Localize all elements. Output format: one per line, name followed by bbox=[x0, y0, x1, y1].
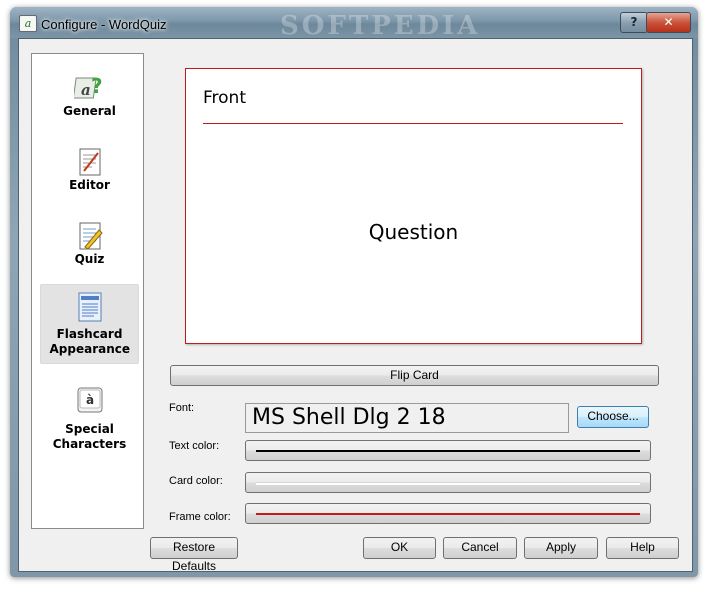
quiz-icon bbox=[79, 222, 103, 250]
sidebar-item-label: Quiz bbox=[74, 252, 105, 266]
watermark: SOFTPEDIA bbox=[280, 11, 481, 41]
svg-text:à: à bbox=[86, 393, 94, 407]
card-color-label: Card color: bbox=[169, 475, 223, 487]
sidebar-item-label: Flashcard Appearance bbox=[49, 327, 131, 356]
general-icon: a ? bbox=[73, 74, 103, 99]
flashcard-preview: Front Question bbox=[185, 68, 642, 344]
svg-text:a: a bbox=[81, 81, 91, 99]
sidebar-item-general[interactable]: a ? General bbox=[40, 72, 139, 128]
font-preview-field: MS Shell Dlg 2 18 bbox=[245, 403, 569, 433]
special-characters-icon: à bbox=[77, 387, 102, 413]
configure-dialog: a Configure - WordQuiz SOFTPEDIA ? ✕ a ?… bbox=[10, 7, 698, 577]
app-icon: a bbox=[19, 15, 37, 32]
apply-button[interactable]: Apply bbox=[524, 537, 598, 559]
settings-sidebar: a ? General Editor Quiz Flashcard Appear… bbox=[31, 53, 144, 529]
sidebar-item-special-characters[interactable]: à Special Characters bbox=[40, 384, 139, 452]
card-divider bbox=[203, 123, 623, 124]
flashcard-icon bbox=[78, 292, 101, 322]
editor-icon bbox=[79, 148, 100, 176]
text-color-label: Text color: bbox=[169, 440, 220, 452]
help-button[interactable]: Help bbox=[606, 537, 679, 559]
card-side-label: Front bbox=[203, 88, 246, 108]
close-button[interactable]: ✕ bbox=[646, 12, 691, 33]
sidebar-item-editor[interactable]: Editor bbox=[40, 146, 139, 200]
frame-color-button[interactable] bbox=[245, 503, 651, 524]
card-color-swatch bbox=[256, 482, 640, 485]
sidebar-item-label: General bbox=[63, 104, 116, 118]
window-title: Configure - WordQuiz bbox=[41, 17, 167, 32]
sidebar-item-label: Editor bbox=[69, 178, 110, 192]
card-color-button[interactable] bbox=[245, 472, 651, 493]
sidebar-item-flashcard-appearance[interactable]: Flashcard Appearance bbox=[40, 284, 139, 364]
sidebar-item-quiz[interactable]: Quiz bbox=[40, 220, 139, 274]
svg-text:?: ? bbox=[91, 74, 103, 98]
flip-card-button[interactable]: Flip Card bbox=[170, 365, 659, 386]
text-color-swatch bbox=[256, 450, 640, 452]
ok-button[interactable]: OK bbox=[363, 537, 436, 559]
sidebar-item-label: Special Characters bbox=[52, 422, 127, 451]
choose-font-button[interactable]: Choose... bbox=[577, 406, 649, 428]
dialog-client-area: a ? General Editor Quiz Flashcard Appear… bbox=[18, 38, 693, 573]
font-label: Font: bbox=[169, 402, 195, 414]
text-color-button[interactable] bbox=[245, 440, 651, 461]
card-question-text: Question bbox=[368, 220, 459, 244]
title-bar[interactable]: a Configure - WordQuiz SOFTPEDIA ? ✕ bbox=[10, 7, 698, 41]
help-title-button[interactable]: ? bbox=[620, 12, 648, 33]
frame-color-label: Frame color: bbox=[169, 511, 231, 523]
frame-color-swatch bbox=[256, 513, 640, 515]
cancel-button[interactable]: Cancel bbox=[443, 537, 517, 559]
restore-defaults-button[interactable]: Restore Defaults bbox=[150, 537, 238, 573]
